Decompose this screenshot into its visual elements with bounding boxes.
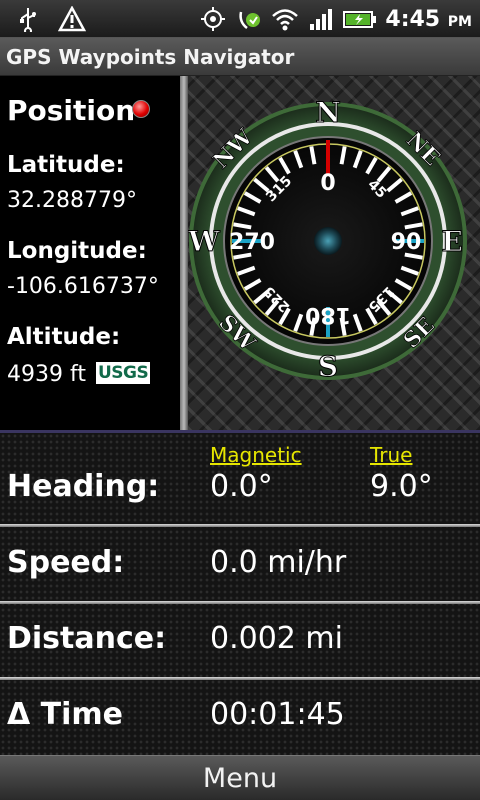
status-bar: 4:45 PM — [0, 0, 480, 38]
compass-w: W — [188, 225, 220, 258]
top-section: Position Latitude: 32.288779° Longitude:… — [0, 76, 480, 430]
usgs-logo: USGS — [96, 362, 151, 384]
row-divider — [0, 677, 480, 680]
compass-deg-90: 90 — [391, 230, 422, 255]
signal-icon — [310, 9, 333, 30]
app-title-bar: GPS Waypoints Navigator — [0, 38, 480, 76]
compass-s: S — [318, 350, 338, 383]
compass-deg-270: 270 — [229, 230, 275, 255]
status-clock: 4:45 PM — [385, 6, 472, 32]
row-divider — [0, 524, 480, 527]
longitude-label: Longitude: — [7, 238, 147, 264]
readout-panel: Magnetic True Heading: 0.0° 9.0° Speed: … — [0, 433, 480, 755]
position-title: Position — [7, 94, 136, 127]
menu-button[interactable]: Menu — [0, 755, 480, 800]
magnetic-label[interactable]: Magnetic — [210, 443, 302, 467]
compass-deg-180: 180 — [305, 302, 351, 327]
compass-hub — [314, 227, 342, 255]
true-label[interactable]: True — [370, 443, 412, 467]
distance-value: 0.002 mi — [210, 621, 343, 656]
gps-status-indicator — [132, 100, 150, 118]
longitude-value: -106.616737° — [7, 274, 159, 299]
battery-icon — [343, 11, 377, 28]
usb-icon — [20, 8, 36, 32]
latitude-value: 32.288779° — [7, 188, 137, 213]
compass-n: N — [315, 96, 341, 129]
app-title: GPS Waypoints Navigator — [6, 45, 295, 69]
speed-value: 0.0 mi/hr — [210, 545, 347, 580]
sync-icon — [239, 11, 261, 29]
row-divider — [0, 601, 480, 604]
gps-icon — [201, 7, 226, 31]
heading-magnetic-value: 0.0° — [210, 469, 273, 504]
compass: N E S W NE SE SW NW 0 90 180 270 45 135 … — [188, 96, 467, 384]
altitude-value: 4939 ft — [7, 362, 86, 387]
position-panel: Position Latitude: 32.288779° Longitude:… — [0, 76, 180, 430]
wifi-icon — [272, 9, 299, 31]
heading-label: Heading: — [7, 469, 160, 504]
distance-label: Distance: — [7, 621, 167, 656]
latitude-label: Latitude: — [7, 152, 125, 178]
compass-e: E — [441, 225, 462, 258]
altitude-label: Altitude: — [7, 324, 121, 350]
compass-deg-0: 0 — [320, 171, 335, 196]
time-label: Δ Time — [7, 697, 124, 732]
warning-icon — [58, 6, 86, 32]
heading-true-value: 9.0° — [370, 469, 433, 504]
compass-panel: N E S W NE SE SW NW 0 90 180 270 45 135 … — [188, 76, 480, 430]
speed-label: Speed: — [7, 545, 125, 580]
menu-label: Menu — [202, 763, 278, 794]
panel-divider — [180, 76, 188, 430]
time-value: 00:01:45 — [210, 697, 345, 732]
